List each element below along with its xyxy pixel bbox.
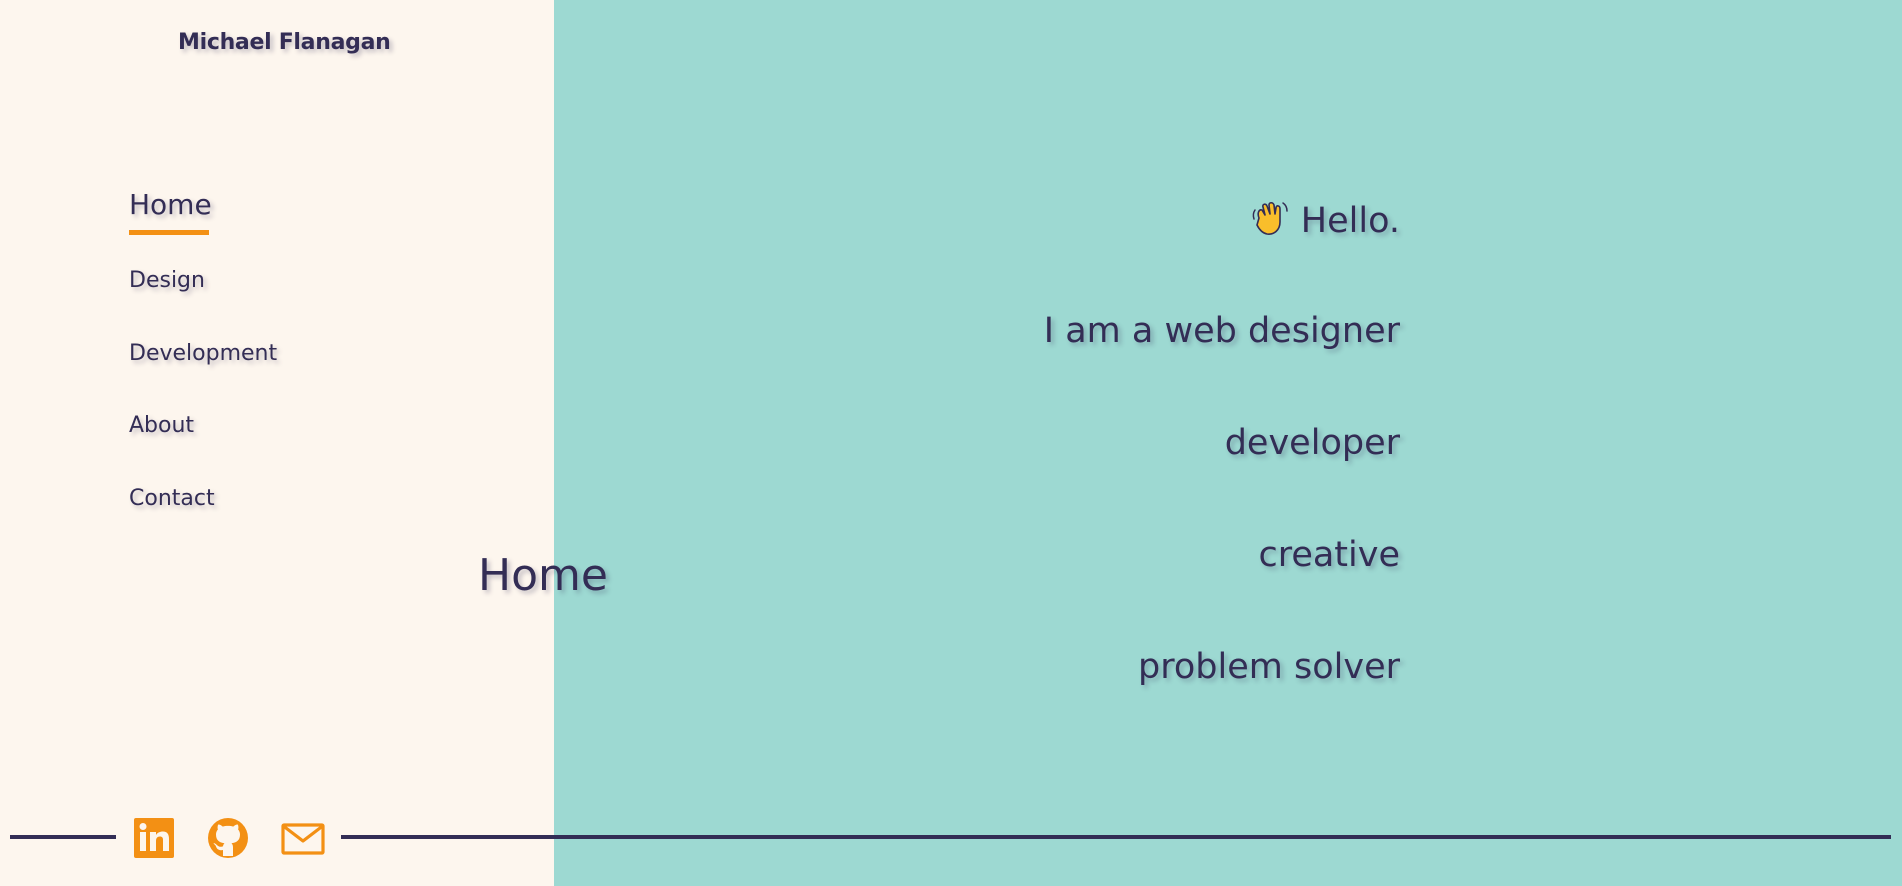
active-nav-underline [129,230,209,235]
footer-divider-left [10,835,116,839]
mail-icon [281,816,325,860]
nav-item-home[interactable]: Home [129,188,212,235]
hero-line: problem solver [1138,647,1400,687]
nav-item-label: About [129,413,195,438]
linkedin-icon [132,816,176,860]
footer-divider-right [341,835,1891,839]
email-link[interactable] [281,816,325,860]
left-panel [0,0,554,886]
nav-item-contact[interactable]: Contact [129,486,215,511]
nav-item-label: Design [129,268,205,293]
hero-line: I am a web designer [1043,311,1400,351]
page: Michael Flanagan Home Design Development… [0,0,1902,886]
nav-item-development[interactable]: Development [129,341,277,366]
site-name[interactable]: Michael Flanagan [178,30,391,55]
page-title: Home [478,550,608,601]
nav-item-about[interactable]: About [129,413,194,438]
nav-item-label: Development [129,341,278,366]
greeting-text: Hello. [1300,201,1400,241]
hero-greeting: Hello. [1249,198,1400,241]
nav-item-design[interactable]: Design [129,268,205,293]
nav-item-label: Home [129,188,212,221]
nav-item-label: Contact [129,486,215,511]
github-link[interactable] [206,816,250,860]
linkedin-link[interactable] [132,816,176,860]
hero-line: developer [1224,423,1400,463]
github-icon [206,816,250,860]
hero-line: creative [1258,535,1400,575]
waving-hand-icon [1249,198,1289,238]
